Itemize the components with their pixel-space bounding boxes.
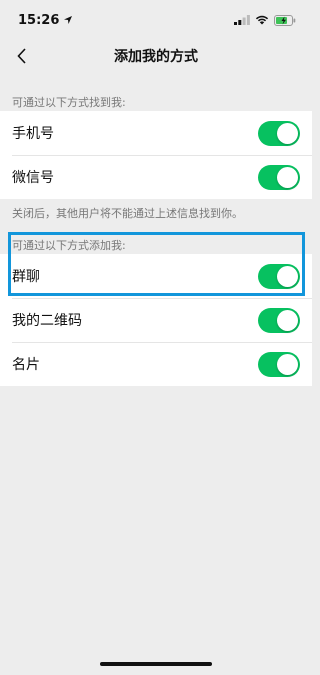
status-time: 15:26 bbox=[18, 13, 73, 28]
toggle-knob bbox=[277, 309, 298, 331]
nav-bar: 添加我的方式 bbox=[0, 38, 312, 74]
status-time-text: 15:26 bbox=[18, 12, 60, 28]
qr-code-toggle[interactable] bbox=[258, 307, 300, 333]
add-option-group-chat: 群聊 bbox=[0, 254, 312, 298]
business-card-option-label: 名片 bbox=[12, 357, 40, 373]
wifi-icon bbox=[255, 15, 269, 25]
status-icons bbox=[234, 14, 296, 26]
signal-icon bbox=[234, 15, 250, 25]
toggle-knob bbox=[277, 265, 298, 287]
group-chat-toggle[interactable] bbox=[258, 263, 300, 289]
add-section-label: 可通过以下方式添加我: bbox=[12, 239, 126, 252]
find-section-note: 关闭后，其他用户将不能通过上述信息找到你。 bbox=[12, 207, 243, 220]
find-section-label: 可通过以下方式找到我: bbox=[12, 96, 126, 109]
back-button[interactable] bbox=[8, 42, 36, 70]
wechat-id-toggle[interactable] bbox=[258, 164, 300, 190]
qr-code-option-label: 我的二维码 bbox=[12, 313, 82, 329]
wechat-id-option-label: 微信号 bbox=[12, 170, 54, 186]
find-options-group: 手机号 微信号 bbox=[0, 111, 312, 199]
business-card-toggle[interactable] bbox=[258, 351, 300, 377]
toggle-knob bbox=[277, 122, 298, 144]
toggle-knob bbox=[277, 166, 298, 188]
home-indicator bbox=[100, 662, 212, 666]
chevron-left-icon bbox=[17, 48, 26, 64]
group-chat-option-label: 群聊 bbox=[12, 269, 40, 285]
find-option-phone: 手机号 bbox=[0, 111, 312, 155]
location-arrow-icon bbox=[64, 16, 73, 24]
add-option-business-card: 名片 bbox=[0, 342, 312, 386]
phone-option-label: 手机号 bbox=[12, 126, 54, 142]
page-title: 添加我的方式 bbox=[114, 49, 198, 65]
add-option-qr-code: 我的二维码 bbox=[0, 298, 312, 342]
toggle-knob bbox=[277, 353, 298, 375]
battery-charging-icon bbox=[274, 14, 296, 26]
status-bar: 15:26 bbox=[0, 0, 312, 40]
phone-toggle[interactable] bbox=[258, 120, 300, 146]
add-options-group: 群聊 我的二维码 名片 bbox=[0, 254, 312, 386]
find-option-wechat-id: 微信号 bbox=[0, 155, 312, 199]
